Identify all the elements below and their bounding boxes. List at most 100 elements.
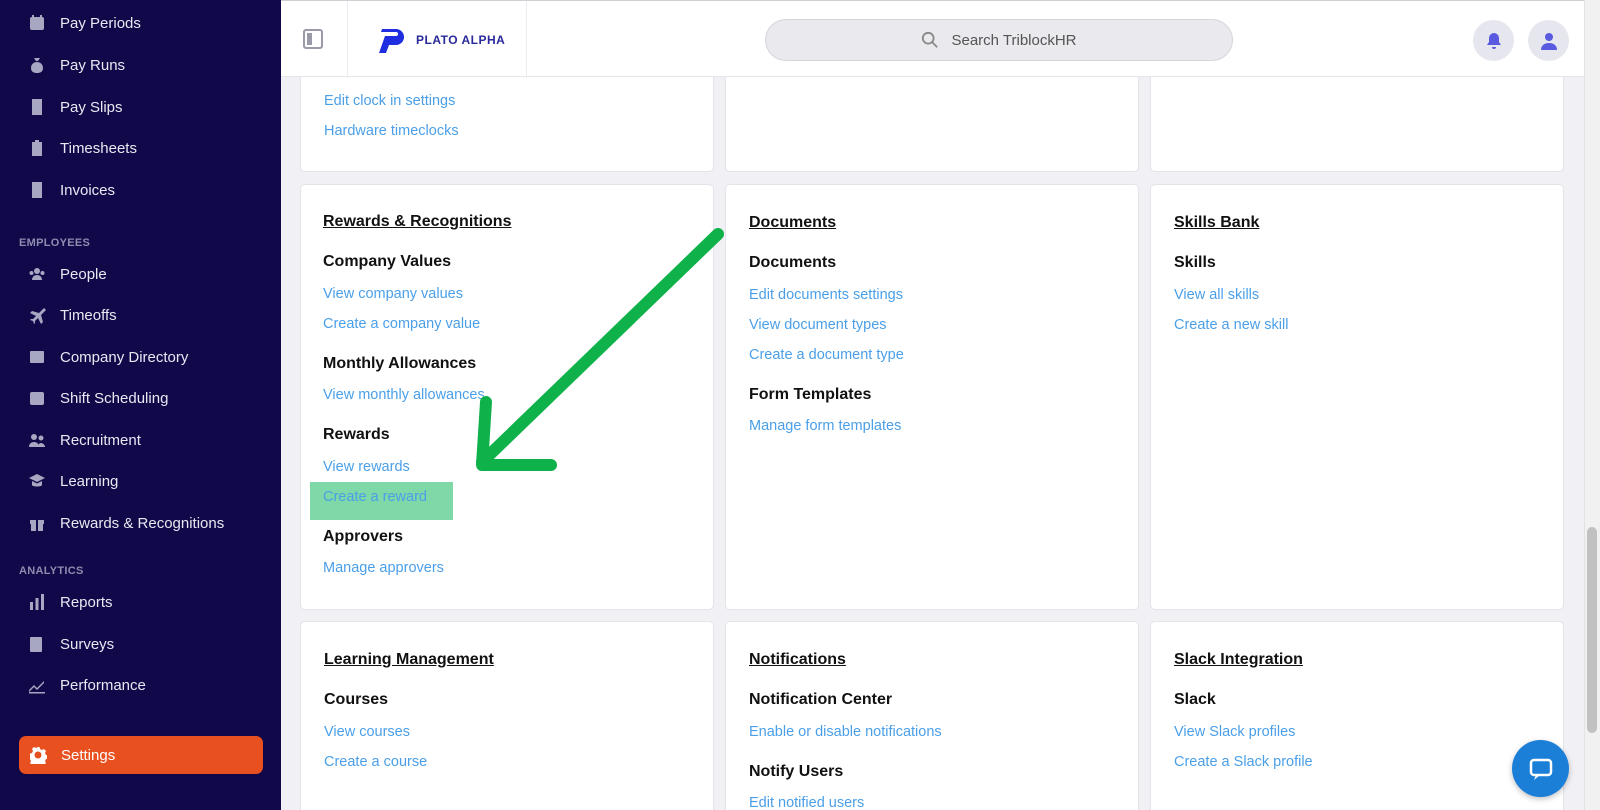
link-view-document-types[interactable]: View document types [749,317,887,333]
sidebar-item-label: Shift Scheduling [60,389,169,407]
user-icon [1540,32,1557,50]
sidebar-item-learning[interactable]: Learning [28,466,118,496]
chat-icon [1529,758,1552,780]
notifications-button[interactable] [1473,20,1514,61]
sidebar-item-pay-slips[interactable]: Pay Slips [28,92,123,122]
search-placeholder: Search TriblockHR [951,31,1077,49]
sidebar-item-label: Pay Runs [60,56,126,74]
link-view-courses[interactable]: View courses [324,724,410,740]
sidebar-toggle-icon[interactable] [303,29,323,49]
graduation-cap-icon [28,472,46,490]
card-skills-bank: Skills Bank Skills View all skills Creat… [1150,184,1564,610]
sidebar-item-label: Recruitment [60,431,141,449]
search-icon [922,31,939,48]
sidebar-item-surveys[interactable]: Surveys [28,629,114,659]
sidebar-item-label: Performance [60,676,146,694]
sidebar-item-label: Learning [60,472,119,490]
link-create-new-skill[interactable]: Create a new skill [1174,317,1288,333]
card-title-learning[interactable]: Learning Management [324,651,494,669]
logo[interactable]: PLATO ALPHA [347,1,527,78]
sidebar-item-label: Settings [61,746,116,764]
sidebar-item-pay-runs[interactable]: Pay Runs [28,50,125,80]
link-manage-approvers[interactable]: Manage approvers [323,560,444,576]
sidebar-item-timesheets[interactable]: Timesheets [28,133,137,163]
trend-icon [28,676,46,694]
card-title-documents[interactable]: Documents [749,214,836,232]
people-icon [28,265,46,283]
search-input[interactable]: Search TriblockHR [765,19,1233,61]
users-icon [28,431,46,449]
link-create-course[interactable]: Create a course [324,754,427,770]
heading-form-templates: Form Templates [749,386,872,403]
link-create-company-value[interactable]: Create a company value [323,316,480,332]
sidebar-item-pay-periods[interactable]: Pay Periods [28,8,141,38]
chat-button[interactable] [1512,740,1569,797]
section-label-analytics: ANALYTICS [19,565,84,577]
link-create-slack-profile[interactable]: Create a Slack profile [1174,754,1313,770]
card-documents: Documents Documents Edit documents setti… [725,184,1139,610]
link-edit-documents-settings[interactable]: Edit documents settings [749,287,903,303]
link-view-all-skills[interactable]: View all skills [1174,287,1259,303]
plane-icon [28,306,46,324]
sidebar-item-timeoffs[interactable]: Timeoffs [28,300,117,330]
sidebar-item-shift-scheduling[interactable]: Shift Scheduling [28,383,168,413]
section-label-employees: EMPLOYEES [19,237,91,249]
sidebar-item-reports[interactable]: Reports [28,587,113,617]
card-slack-integration: Slack Integration Slack View Slack profi… [1150,621,1564,810]
sidebar-item-invoices[interactable]: Invoices [28,175,115,205]
sidebar-item-label: Rewards & Recognitions [60,514,225,532]
link-create-document-type[interactable]: Create a document type [749,347,904,363]
heading-notify-users: Notify Users [749,763,844,780]
calendar-icon [28,14,46,32]
card-title-notifications[interactable]: Notifications [749,651,846,669]
money-bag-icon [28,56,46,74]
sidebar-item-label: Pay Slips [60,98,123,116]
link-view-company-values[interactable]: View company values [323,286,463,302]
link-view-monthly-allowances[interactable]: View monthly allowances [323,387,485,403]
calendar-icon [28,389,46,407]
heading-courses: Courses [324,691,389,708]
sidebar: Pay Periods Pay Runs Pay Slips Timesheet… [0,0,281,810]
heading-documents: Documents [749,254,837,271]
link-view-slack-profiles[interactable]: View Slack profiles [1174,724,1295,740]
sidebar-item-recruitment[interactable]: Recruitment [28,425,141,455]
top-bar: PLATO ALPHA Search TriblockHR [281,0,1584,78]
bell-icon [1486,32,1501,49]
sidebar-item-company-directory[interactable]: Company Directory [28,342,188,372]
link-enable-disable-notifications[interactable]: Enable or disable notifications [749,724,942,740]
link-edit-clock-in-settings[interactable]: Edit clock in settings [324,93,455,109]
sidebar-item-rewards[interactable]: Rewards & Recognitions [28,508,224,538]
link-manage-form-templates[interactable]: Manage form templates [749,418,901,434]
link-create-reward[interactable]: Create a reward [323,489,427,505]
card-notifications: Notifications Notification Center Enable… [725,621,1139,810]
document-icon [28,98,46,116]
heading-slack: Slack [1174,691,1216,708]
link-edit-notified-users[interactable]: Edit notified users [749,795,864,810]
scrollbar-thumb[interactable] [1587,527,1597,733]
link-view-rewards[interactable]: View rewards [323,459,410,475]
card-title-slack[interactable]: Slack Integration [1174,651,1303,669]
link-hardware-timeclocks[interactable]: Hardware timeclocks [324,123,459,139]
heading-skills: Skills [1174,254,1216,271]
plato-logo-icon [379,28,404,53]
sidebar-item-label: Company Directory [60,348,189,366]
sidebar-item-settings[interactable]: Settings [19,736,263,774]
logo-text: PLATO ALPHA [416,32,506,47]
survey-icon [28,635,46,653]
card-title-rewards[interactable]: Rewards & Recognitions [323,213,511,231]
user-avatar-button[interactable] [1528,20,1569,61]
heading-approvers: Approvers [323,528,404,545]
sidebar-item-label: Invoices [60,181,116,199]
sidebar-item-label: Timesheets [60,139,137,157]
contact-card-icon [28,348,46,366]
sidebar-item-label: Timeoffs [60,306,117,324]
card-title-skills-bank[interactable]: Skills Bank [1174,214,1259,232]
sidebar-item-label: People [60,265,107,283]
clipboard-icon [28,139,46,157]
sidebar-item-people[interactable]: People [28,259,107,289]
sidebar-item-performance[interactable]: Performance [28,670,146,700]
card-learning-management: Learning Management Courses View courses… [300,621,714,810]
sidebar-item-label: Surveys [60,635,115,653]
sidebar-item-label: Reports [60,593,113,611]
heading-rewards: Rewards [323,426,390,443]
